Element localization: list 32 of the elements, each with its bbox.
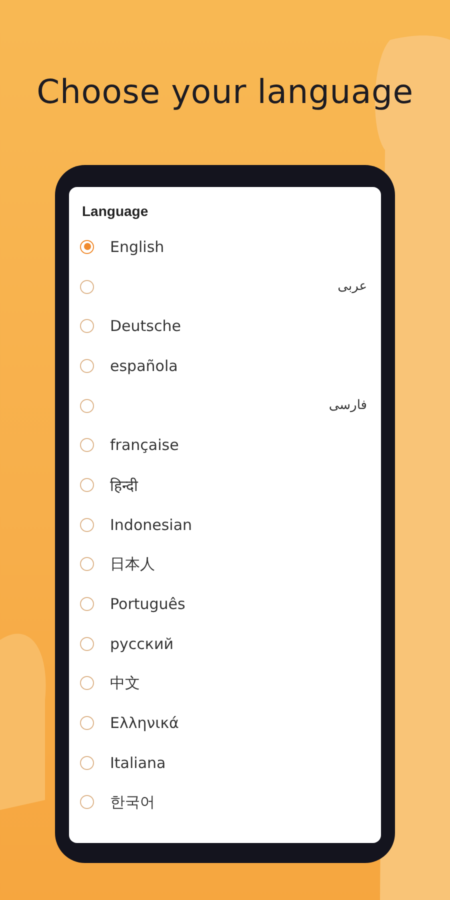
radio-button[interactable] (80, 597, 94, 612)
language-option[interactable]: Italiana (110, 754, 166, 772)
language-option[interactable]: English (110, 238, 164, 256)
language-option[interactable]: Indonesian (110, 516, 192, 534)
dialog-title: Language (81, 202, 150, 221)
radio-button[interactable] (80, 518, 94, 532)
language-option[interactable]: 한국어 (110, 792, 155, 812)
language-option[interactable]: española (110, 356, 178, 375)
radio-button[interactable] (80, 676, 94, 690)
radio-button[interactable] (80, 636, 94, 651)
language-option[interactable]: Deutsche (110, 317, 181, 336)
language-option[interactable]: हिन्दी (110, 474, 138, 495)
radio-button[interactable] (80, 280, 94, 294)
headline: Choose your language (36, 72, 414, 111)
radio-button[interactable] (80, 557, 94, 572)
language-option[interactable]: 日本人 (110, 554, 155, 574)
language-option[interactable]: فارسی (328, 398, 367, 414)
radio-button[interactable] (80, 756, 94, 770)
radio-button[interactable] (80, 438, 94, 452)
radio-button[interactable] (80, 240, 94, 254)
language-option[interactable]: Ελληνικά (110, 714, 179, 732)
radio-button[interactable] (80, 716, 94, 730)
radio-button[interactable] (80, 319, 94, 334)
language-option[interactable]: française (110, 436, 179, 454)
language-option[interactable]: 中文 (110, 674, 140, 693)
language-option[interactable]: русский (110, 634, 174, 653)
radio-button[interactable] (80, 398, 94, 413)
language-option[interactable]: عربى (338, 279, 367, 294)
radio-button[interactable] (80, 795, 94, 810)
language-option[interactable]: Português (110, 595, 186, 614)
radio-button[interactable] (80, 478, 94, 492)
radio-button[interactable] (80, 358, 94, 373)
